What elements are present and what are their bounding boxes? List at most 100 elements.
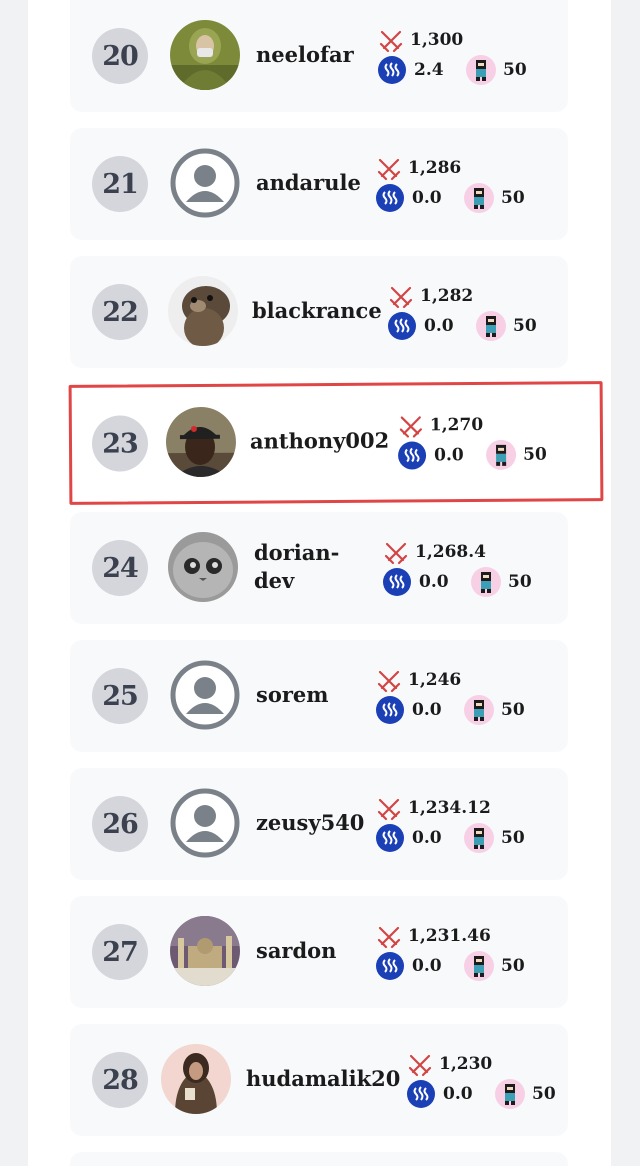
stats: 1,231.46 0.0 50 <box>376 924 536 984</box>
steem-coin-icon <box>376 824 404 852</box>
balance-value: 0.0 <box>412 956 442 976</box>
power-value: 1,286 <box>408 158 462 178</box>
steem-coin-icon <box>383 568 411 596</box>
steem-coin-icon <box>407 1080 435 1108</box>
leaderboard-row-24[interactable]: 24 dorian- dev 1,268.4 0.0 50 <box>70 512 568 624</box>
power-value: 1,246 <box>408 670 462 690</box>
stats: 1,234.12 0.0 50 <box>376 796 536 856</box>
leaderboard-row-27[interactable]: 27 sardon 1,231.46 0.0 50 <box>70 896 568 1008</box>
rank-badge: 20 <box>92 28 148 84</box>
ninja-badge-icon <box>464 183 494 213</box>
crossed-swords-icon <box>377 670 401 693</box>
balance-value: 0.0 <box>434 445 464 466</box>
stats: 1,246 0.0 50 <box>376 668 536 728</box>
crossed-swords-icon <box>408 1054 432 1077</box>
power-value: 1,268.4 <box>415 542 486 562</box>
level-value: 50 <box>532 1084 556 1104</box>
default-user-icon[interactable] <box>170 660 240 730</box>
steem-coin-icon <box>397 441 427 470</box>
level-value: 50 <box>501 188 525 208</box>
ninja-badge-icon <box>495 1079 525 1109</box>
rank-badge: 24 <box>92 540 148 596</box>
steem-coin-icon <box>376 952 404 980</box>
crossed-swords-icon <box>377 798 401 821</box>
crossed-swords-icon <box>377 158 401 181</box>
leaderboard-row-20[interactable]: 20 neelofar 1,300 2.4 50 <box>70 0 568 112</box>
username[interactable]: hudamalik20 <box>246 1065 400 1093</box>
balance-value: 2.4 <box>414 60 444 80</box>
leaderboard-row-23[interactable]: 23 anthony002 1,270 0.0 50 <box>68 381 604 505</box>
balance-value: 0.0 <box>424 316 454 336</box>
username[interactable]: dorian- dev <box>254 539 339 595</box>
level-value: 50 <box>501 828 525 848</box>
steem-coin-icon <box>376 184 404 212</box>
username[interactable]: anthony002 <box>250 427 389 456</box>
username[interactable]: andarule <box>256 169 361 197</box>
balance-value: 0.0 <box>412 700 442 720</box>
power-value: 1,231.46 <box>408 926 491 946</box>
level-value: 50 <box>523 444 547 465</box>
username[interactable]: neelofar <box>256 41 354 69</box>
power-value: 1,282 <box>420 286 474 306</box>
stats: 1,300 2.4 50 <box>378 28 538 88</box>
level-value: 50 <box>508 572 532 592</box>
crossed-swords-icon <box>399 416 423 438</box>
balance-value: 0.0 <box>443 1084 473 1104</box>
crossed-swords-icon <box>377 926 401 949</box>
stats: 1,282 0.0 50 <box>388 284 548 344</box>
rank-badge: 26 <box>92 796 148 852</box>
leaderboard-row-next[interactable] <box>70 1152 568 1166</box>
rank-badge: 21 <box>92 156 148 212</box>
username[interactable]: sardon <box>256 937 336 965</box>
balance-value: 0.0 <box>412 828 442 848</box>
steem-coin-icon <box>376 696 404 724</box>
rank-badge: 23 <box>91 415 149 472</box>
avatar[interactable] <box>168 276 238 346</box>
power-value: 1,270 <box>429 414 484 436</box>
level-value: 50 <box>501 700 525 720</box>
username[interactable]: zeusy540 <box>256 809 364 837</box>
stats: 1,270 0.0 50 <box>397 412 558 473</box>
ninja-badge-icon <box>476 311 506 341</box>
steem-coin-icon <box>378 56 406 84</box>
rank-badge: 27 <box>92 924 148 980</box>
rank-badge: 28 <box>92 1052 148 1108</box>
level-value: 50 <box>503 60 527 80</box>
ninja-badge-icon <box>464 695 494 725</box>
avatar[interactable] <box>170 916 240 986</box>
rank-badge: 22 <box>92 284 148 340</box>
avatar[interactable] <box>161 1044 231 1114</box>
ninja-badge-icon <box>471 567 501 597</box>
stats: 1,286 0.0 50 <box>376 156 536 216</box>
stats: 1,268.4 0.0 50 <box>383 540 543 600</box>
ninja-badge-icon <box>464 951 494 981</box>
ninja-badge-icon <box>485 439 517 470</box>
avatar[interactable] <box>170 20 240 90</box>
avatar[interactable] <box>168 532 238 602</box>
crossed-swords-icon <box>389 286 413 309</box>
username[interactable]: sorem <box>256 681 328 709</box>
default-user-icon[interactable] <box>170 788 240 858</box>
username[interactable]: blackrance <box>252 297 382 325</box>
leaderboard-row-26[interactable]: 26 zeusy540 1,234.12 0.0 50 <box>70 768 568 880</box>
username-line-2: dev <box>254 568 295 593</box>
leaderboard-row-25[interactable]: 25 sorem 1,246 0.0 50 <box>70 640 568 752</box>
power-value: 1,234.12 <box>408 798 491 818</box>
steem-coin-icon <box>388 312 416 340</box>
rank-badge: 25 <box>92 668 148 724</box>
power-value: 1,300 <box>410 30 464 50</box>
default-user-icon[interactable] <box>170 148 240 218</box>
leaderboard-row-28[interactable]: 28 hudamalik20 1,230 0.0 50 <box>70 1024 568 1136</box>
balance-value: 0.0 <box>419 572 449 592</box>
level-value: 50 <box>501 956 525 976</box>
balance-value: 0.0 <box>412 188 442 208</box>
ninja-badge-icon <box>464 823 494 853</box>
level-value: 50 <box>513 316 537 336</box>
crossed-swords-icon <box>384 542 408 565</box>
leaderboard-row-21[interactable]: 21 andarule 1,286 0.0 50 <box>70 128 568 240</box>
username-line-1: dorian- <box>254 540 340 565</box>
avatar[interactable] <box>165 406 237 478</box>
ninja-badge-icon <box>466 55 496 85</box>
stats: 1,230 0.0 50 <box>407 1052 567 1112</box>
leaderboard-row-22[interactable]: 22 blackrance 1,282 0.0 50 <box>70 256 568 368</box>
